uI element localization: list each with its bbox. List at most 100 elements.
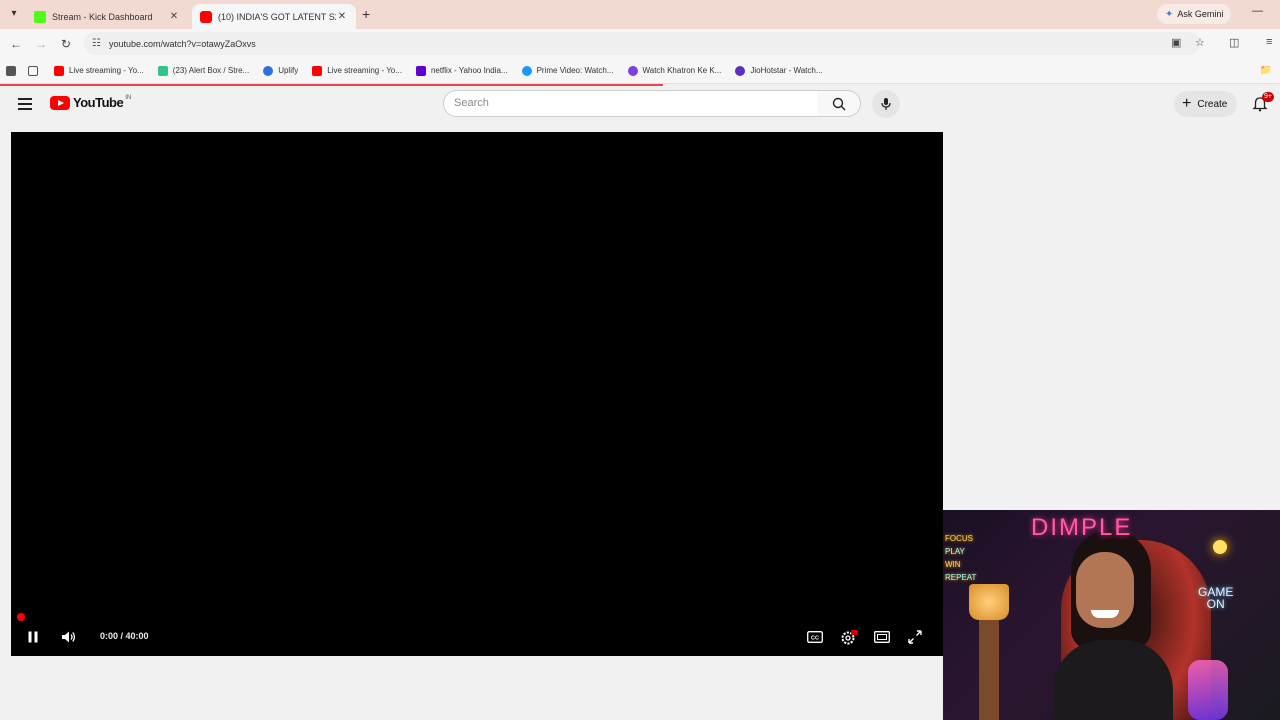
youtube-header: YouTube IN Search + Create 9+ (0, 86, 1280, 126)
volume-button[interactable] (60, 628, 78, 646)
lamp-base (979, 620, 999, 720)
address-bar[interactable]: ☷ youtube.com/watch?v=otawyZaOxvs (84, 32, 1200, 55)
bookmark-item[interactable]: Uplify (263, 65, 299, 76)
neon-light (1213, 540, 1227, 554)
youtube-wordmark: YouTube (73, 95, 124, 110)
youtube-bookmark-icon (312, 65, 323, 76)
bookmark-item[interactable]: Prime Video: Watch... (521, 65, 614, 76)
bookmark-label: (23) Alert Box / Stre... (172, 66, 250, 75)
neon-sign-focus: FOCUS PLAY WIN REPEAT (945, 532, 976, 584)
streamer-smile (1091, 610, 1119, 618)
url-text: youtube.com/watch?v=otawyZaOxvs (108, 38, 256, 49)
lamp-shade (969, 584, 1009, 620)
closed-captions-icon: CC (807, 631, 823, 643)
bookmark-item[interactable]: (23) Alert Box / Stre... (157, 65, 250, 76)
neon-sign-game-on: GAME ON (1198, 586, 1233, 610)
webcam-overlay: DIMPLE FOCUS PLAY WIN REPEAT GAME ON (943, 510, 1280, 720)
reload-icon[interactable]: ↻ (58, 36, 74, 52)
tab-title: Stream - Kick Dashboard (52, 11, 153, 22)
time-display: 0:00 / 40:00 (100, 631, 149, 641)
gear-icon (841, 630, 858, 645)
back-arrow-icon[interactable]: ← (8, 36, 24, 52)
youtube-bookmark-icon (54, 65, 64, 76)
search-input[interactable]: Search (443, 90, 818, 117)
progress-scrubber-handle[interactable] (17, 613, 25, 621)
neon-line: FOCUS (945, 534, 973, 543)
bookmark-item[interactable]: JioHotstar - Watch... (735, 65, 823, 76)
forward-arrow-icon[interactable]: → (33, 36, 49, 52)
video-player[interactable]: 0:00 / 40:00 CC (11, 132, 943, 656)
site-info-icon[interactable]: ☷ (92, 38, 101, 49)
voice-search-button[interactable] (872, 90, 900, 118)
neon-line: WIN (945, 560, 961, 569)
tab-title: (10) INDIA'S GOT LATENT S2 Ep (218, 11, 336, 22)
bookmark-item[interactable]: Watch Khatron Ke K... (627, 65, 722, 76)
bookmark-item[interactable]: netflix - Yahoo India... (415, 65, 508, 76)
bookmark-label: Watch Khatron Ke K... (642, 66, 722, 75)
pause-button[interactable] (25, 628, 41, 646)
minimize-window-icon[interactable]: — (1252, 5, 1263, 17)
svg-text:CC: CC (811, 635, 819, 641)
youtube-logo[interactable]: YouTube IN (50, 95, 131, 110)
streamlabs-bookmark-icon (157, 65, 168, 76)
yahoo-bookmark-icon (415, 65, 426, 76)
pause-icon (28, 631, 38, 643)
bookmark-label: Live streaming - Yo... (69, 66, 144, 75)
ask-gemini-button[interactable]: ✦ Ask Gemini (1157, 4, 1232, 24)
fullscreen-expand-icon (908, 630, 922, 644)
theater-mode-icon (874, 631, 890, 643)
youtube-play-logo-icon (50, 95, 70, 110)
search-icon (832, 97, 845, 110)
kick-favicon-icon (34, 10, 46, 23)
subtitles-button[interactable]: CC (806, 628, 824, 646)
bookmark-item[interactable]: Live streaming - Yo... (54, 65, 144, 76)
folder-icon[interactable]: 📁 (1260, 65, 1272, 76)
bookmark-item[interactable]: Live streaming - Yo... (312, 65, 402, 76)
menu-icon[interactable] (18, 98, 32, 110)
bookmark-label: Uplify (278, 66, 299, 75)
jiohotstar-bookmark-icon (735, 65, 746, 76)
ask-gemini-label: Ask Gemini (1177, 9, 1224, 19)
create-label: Create (1197, 98, 1228, 110)
tab-search-chevron-icon[interactable]: ▾ (6, 6, 22, 22)
prime-video-bookmark-icon (521, 65, 532, 76)
bookmark-label: Live streaming - Yo... (327, 66, 402, 75)
streamer-microphone (1188, 660, 1228, 720)
install-app-icon[interactable]: ▣ (1171, 36, 1181, 49)
reading-list-icon[interactable]: ≡ (1266, 36, 1272, 48)
bookmark-label: netflix - Yahoo India... (430, 66, 508, 75)
browser-toolbar: ← → ↻ ☷ youtube.com/watch?v=otawyZaOxvs … (0, 29, 1280, 58)
fullscreen-button[interactable] (907, 628, 923, 646)
bookmark-label: JioHotstar - Watch... (750, 66, 823, 75)
gemini-spark-icon: ✦ (1165, 8, 1174, 20)
settings-button[interactable] (839, 628, 859, 646)
tab-youtube-active[interactable]: (10) INDIA'S GOT LATENT S2 Ep ✕ (192, 4, 356, 29)
microphone-icon (881, 98, 891, 110)
tab-kick-dashboard[interactable]: Stream - Kick Dashboard ✕ (26, 4, 188, 29)
bookmarks-bar: Live streaming - Yo... (23) Alert Box / … (0, 58, 1280, 84)
theater-mode-button[interactable] (873, 628, 891, 646)
new-tab-button[interactable]: + (362, 6, 370, 22)
youtube-favicon-icon (200, 10, 212, 23)
neon-sign-name: DIMPLE (1031, 514, 1133, 541)
extensions-icon[interactable]: ◫ (1229, 36, 1239, 49)
notification-count-badge: 9+ (1262, 92, 1274, 102)
close-tab-icon[interactable]: ✕ (336, 11, 348, 22)
bookmark-label: Prime Video: Watch... (536, 66, 614, 75)
close-tab-icon[interactable]: ✕ (168, 11, 180, 22)
neon-line: REPEAT (945, 573, 977, 582)
apps-grid-icon[interactable] (28, 65, 38, 76)
neon-line: ON (1206, 597, 1225, 611)
all-bookmarks-icon[interactable] (6, 65, 16, 76)
create-button[interactable]: + Create (1174, 91, 1238, 117)
bookmark-star-icon[interactable]: ☆ (1195, 36, 1205, 49)
search-button[interactable] (817, 90, 861, 117)
streamer-body (1053, 640, 1173, 720)
browser-tab-strip: ▾ Stream - Kick Dashboard ✕ (10) INDIA'S… (0, 0, 1280, 29)
uplify-bookmark-icon (263, 65, 274, 76)
region-code: IN (125, 95, 132, 101)
neon-line: PLAY (945, 547, 965, 556)
volume-icon (62, 631, 76, 643)
plus-icon: + (1182, 95, 1192, 112)
jiocinema-bookmark-icon (627, 65, 638, 76)
